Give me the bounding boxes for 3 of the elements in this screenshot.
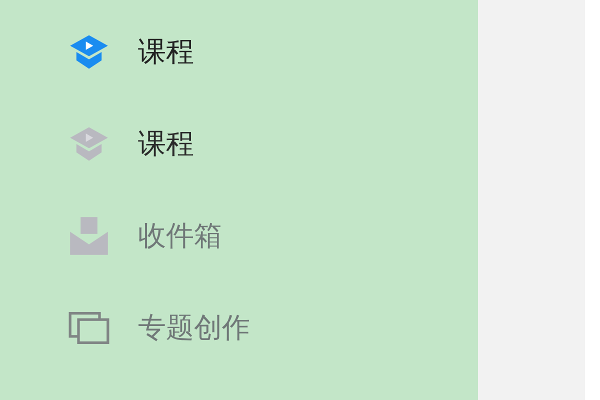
- sidebar-item[interactable]: 课程: [68, 28, 194, 76]
- sidebar-item[interactable]: 课程: [68, 120, 194, 168]
- envelope-icon: [68, 215, 110, 257]
